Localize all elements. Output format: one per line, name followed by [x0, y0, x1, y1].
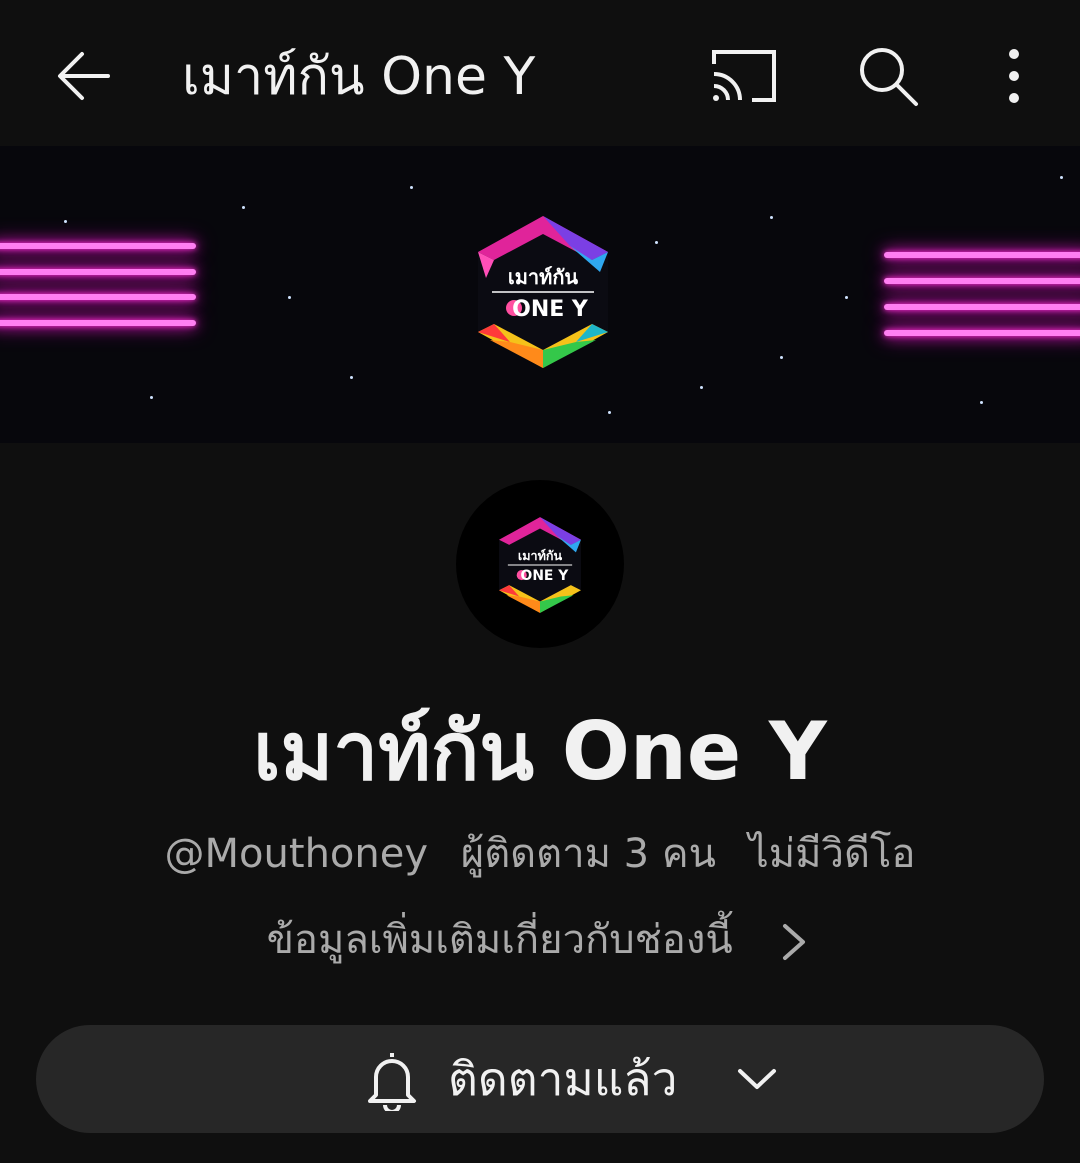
more-about-channel-link[interactable]: ข้อมูลเพิ่มเติมเกี่ยวกับช่องนี้ [0, 912, 1080, 968]
star [845, 296, 848, 299]
top-app-bar: เมาท์กัน One Y [0, 0, 1080, 146]
star [64, 220, 67, 223]
neon-line [884, 252, 1080, 258]
logo-text-top: เมาท์กัน [508, 265, 579, 289]
avatar-logo: เมาท์กัน ONE Y [499, 517, 581, 613]
neon-line [884, 304, 1080, 310]
bell-icon [368, 1053, 416, 1111]
subscriber-count: ผู้ติดตาม 3 คน [460, 831, 716, 877]
star [700, 386, 703, 389]
channel-logo: เมาท์กัน ONE Y [478, 216, 608, 368]
star [770, 216, 773, 219]
channel-avatar[interactable]: เมาท์กัน ONE Y [456, 480, 624, 648]
star [242, 206, 245, 209]
app-bar-title: เมาท์กัน One Y [182, 47, 536, 107]
star [410, 186, 413, 189]
star [655, 241, 658, 244]
neon-line [0, 320, 196, 326]
neon-line [884, 278, 1080, 284]
avatar-text-bottom: ONE Y [521, 568, 570, 584]
avatar-text-top: เมาท์กัน [518, 548, 563, 563]
search-icon[interactable] [852, 40, 924, 112]
star [150, 396, 153, 399]
subscribed-button[interactable]: ติดตามแล้ว [36, 1025, 1044, 1133]
logo-text-bottom: ONE Y [512, 297, 589, 322]
star [288, 296, 291, 299]
back-arrow-icon[interactable] [48, 40, 120, 112]
neon-line [0, 243, 196, 249]
subscribed-label: ติดตามแล้ว [448, 1052, 678, 1106]
cast-icon[interactable] [706, 44, 782, 108]
more-vert-icon[interactable] [990, 40, 1038, 112]
star [608, 411, 611, 414]
channel-banner: เมาท์กัน ONE Y [0, 146, 1080, 443]
neon-line [0, 269, 196, 275]
chevron-down-icon [738, 1069, 776, 1089]
star [780, 356, 783, 359]
star [350, 376, 353, 379]
star [980, 401, 983, 404]
channel-name: เมาท์กัน One Y [253, 705, 827, 798]
channel-handle: @Mouthoney [164, 831, 429, 877]
channel-page: เมาท์กัน One Y เมาท์กัน ONE Y เมาท์กัน O… [0, 0, 1080, 1163]
more-info-label: ข้อมูลเพิ่มเติมเกี่ยวกับช่องนี้ [266, 917, 733, 963]
neon-line [884, 330, 1080, 336]
video-count: ไม่มีวิดีโอ [748, 831, 916, 877]
channel-meta: @Mouthoney ผู้ติดตาม 3 คน ไม่มีวิดีโอ [0, 826, 1080, 882]
chevron-right-icon [783, 924, 806, 960]
star [1060, 176, 1063, 179]
neon-line [0, 294, 196, 300]
